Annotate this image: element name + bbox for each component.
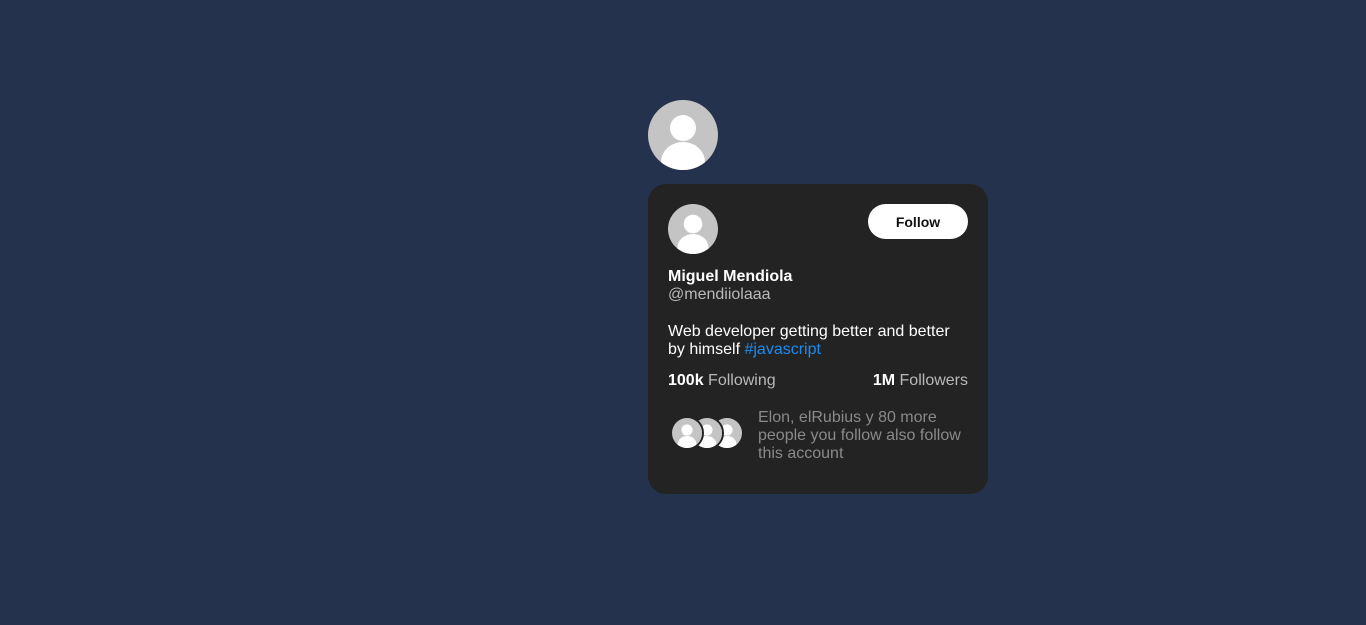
follow-button[interactable]: Follow (868, 204, 968, 239)
profile-bio: Web developer getting better and better … (668, 323, 968, 359)
mutual-followers: Elon, elRubius y 80 more people you foll… (668, 409, 968, 463)
profile-avatar-trigger[interactable] (648, 100, 718, 170)
card-avatar[interactable] (668, 204, 718, 254)
profile-name[interactable]: Miguel Mendiola (668, 268, 968, 285)
bio-hashtag-link[interactable]: #javascript (744, 341, 820, 358)
following-stat[interactable]: 100k Following (668, 371, 776, 391)
mutual-avatars (668, 409, 758, 450)
following-label: Following (708, 372, 776, 389)
profile-hover-card: Follow Miguel Mendiola @mendiiolaaa Web … (648, 184, 988, 494)
default-user-avatar-icon (648, 100, 718, 170)
profile-handle[interactable]: @mendiiolaaa (668, 285, 968, 305)
followers-count: 1M (872, 372, 896, 389)
default-user-avatar-icon (672, 418, 702, 448)
following-count: 100k (668, 372, 704, 389)
card-header: Follow (668, 204, 968, 254)
profile-stats: 100k Following 1M Followers (668, 371, 968, 391)
followers-stat[interactable]: 1M Followers (873, 371, 968, 391)
mutual-followers-text: Elon, elRubius y 80 more people you foll… (758, 409, 961, 462)
followers-label: Followers (899, 372, 968, 389)
default-user-avatar-icon (668, 204, 718, 254)
mutual-avatar (670, 416, 704, 450)
